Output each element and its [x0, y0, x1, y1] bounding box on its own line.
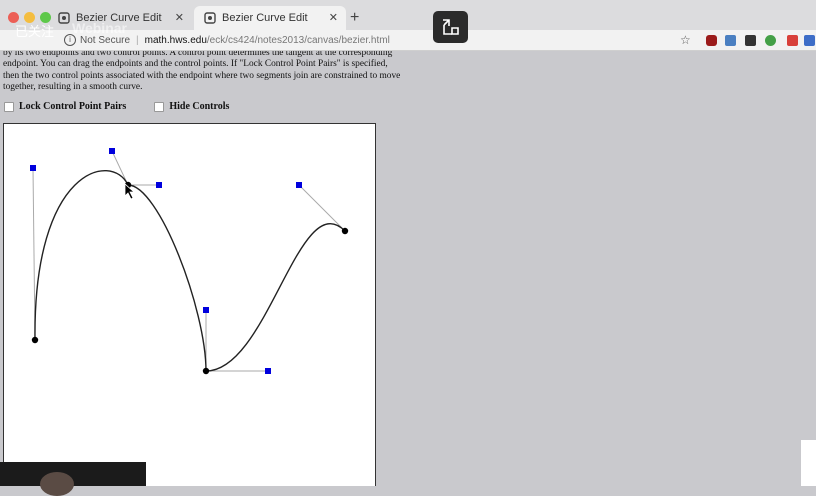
video-extension-icon[interactable] [745, 35, 756, 46]
url-host: math.hws.edu [144, 34, 207, 46]
page-favicon-icon [204, 12, 216, 24]
bezier-canvas[interactable] [3, 123, 376, 486]
page-favicon-icon [58, 12, 70, 24]
gif-extension-icon[interactable] [804, 35, 815, 46]
ublock-extension-icon[interactable] [706, 35, 717, 46]
new-tab-button[interactable]: + [350, 9, 359, 27]
news-extension-icon[interactable] [725, 35, 736, 46]
lock-control-points-checkbox[interactable] [4, 101, 14, 112]
close-tab-icon[interactable]: ✕ [175, 11, 184, 24]
options-row: Lock Control Point Pairs Hide Controls [4, 101, 229, 112]
exit-fullscreen-button[interactable] [433, 11, 468, 43]
off-extension-icon[interactable] [787, 35, 798, 46]
endpoint[interactable] [341, 227, 349, 235]
follow-badge[interactable]: 已关注 [15, 21, 54, 40]
evernote-extension-icon[interactable] [765, 35, 776, 46]
control-point[interactable] [265, 368, 271, 374]
endpoint[interactable] [31, 336, 39, 344]
page-description: by its two endpoints and two control poi… [3, 51, 401, 92]
control-point[interactable] [296, 182, 302, 188]
hide-controls-checkbox[interactable] [154, 101, 165, 112]
bezier-canvas-drawing[interactable] [4, 124, 375, 486]
bezier-curve-segment [205, 223, 346, 372]
url-separator: | [136, 34, 139, 46]
control-point[interactable] [156, 182, 162, 188]
close-tab-icon[interactable]: ✕ [329, 11, 338, 24]
control-point[interactable] [30, 165, 36, 171]
control-point[interactable] [203, 307, 209, 313]
webinar-watermark: Webinar [72, 20, 127, 36]
qr-code-icon [801, 440, 816, 486]
url-path: /eck/cs424/notes2013/canvas/bezier.html [206, 34, 390, 46]
bookmark-star-icon[interactable]: ☆ [680, 33, 691, 47]
tab-bezier-2[interactable]: Bezier Curve Edit ✕ [194, 6, 346, 30]
security-label: Not Secure [80, 34, 131, 46]
handle-line [298, 184, 346, 232]
control-point[interactable] [109, 148, 115, 154]
exit-fullscreen-icon [443, 19, 459, 35]
address-bar[interactable]: i Not Secure | math.hws.edu /eck/cs424/n… [64, 31, 704, 49]
endpoint[interactable] [202, 367, 210, 375]
presenter-face [40, 472, 74, 496]
lock-control-points-label: Lock Control Point Pairs [19, 101, 127, 112]
webcam-preview [0, 462, 146, 496]
tab-title: Bezier Curve Edit [222, 12, 308, 24]
bezier-curve-segment [127, 184, 207, 372]
hide-controls-label: Hide Controls [169, 101, 230, 112]
page-content: by its two endpoints and two control poi… [0, 51, 816, 486]
bezier-curve-segment [34, 170, 129, 341]
